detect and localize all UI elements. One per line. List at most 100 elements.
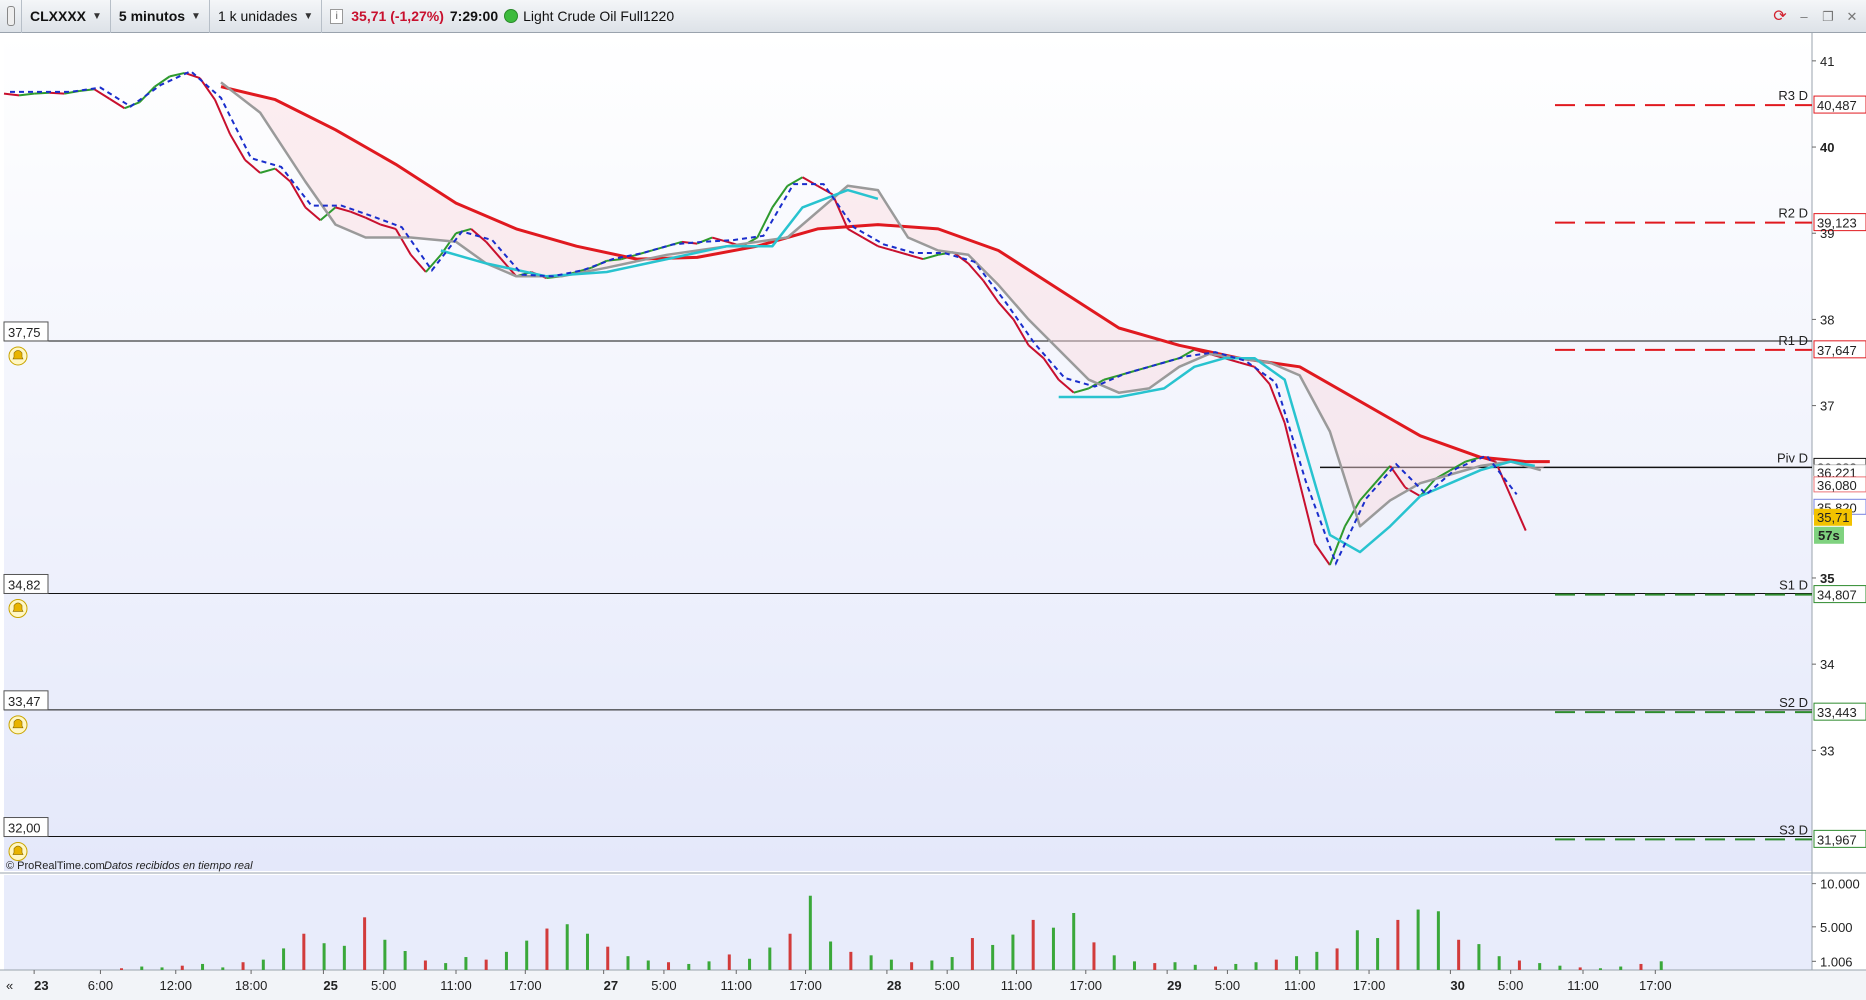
- x-tick-label: 11:00: [1284, 978, 1316, 993]
- volume-bar: [302, 933, 306, 970]
- close-icon[interactable]: ✕: [1844, 9, 1860, 25]
- x-tick-label: 5:00: [651, 978, 676, 993]
- volume-bar: [140, 966, 144, 970]
- volume-bar: [1355, 930, 1359, 970]
- price-change: 35,71 (-1,27%): [351, 8, 444, 24]
- volume-bar: [1011, 934, 1015, 970]
- x-tick-label: 27: [604, 978, 618, 993]
- volume-bar: [180, 965, 184, 970]
- timeframe-selector[interactable]: 5 minutos ▼: [111, 0, 210, 33]
- volume-bar: [1477, 944, 1481, 970]
- minimize-icon[interactable]: –: [1796, 9, 1812, 25]
- instrument-name: Light Crude Oil Full1220: [523, 8, 675, 24]
- volume-bar: [1598, 968, 1602, 970]
- volume-bar: [1315, 951, 1319, 970]
- x-tick-label: 11:00: [720, 978, 752, 993]
- bell-icon: [8, 842, 28, 862]
- pivot-name: R3 D: [1778, 88, 1808, 103]
- volume-bar: [363, 917, 367, 970]
- x-tick-label: 17:00: [1353, 978, 1386, 993]
- volume-bar: [261, 959, 265, 970]
- volume-bar: [1092, 942, 1096, 970]
- volume-bar: [504, 951, 508, 970]
- pivot-name: S1 D: [1779, 578, 1808, 593]
- pivot-value: 34,807: [1817, 588, 1857, 603]
- pivot-value: 31,967: [1817, 832, 1857, 847]
- volume-bar: [585, 933, 589, 970]
- volume-bar: [342, 945, 346, 970]
- sync-icon[interactable]: ⟳: [1772, 8, 1788, 25]
- timeframe-label: 5 minutos: [118, 8, 186, 24]
- watermark-note: Datos recibidos en tiempo real: [104, 860, 253, 872]
- volume-bar: [829, 941, 833, 970]
- volume-bar: [788, 933, 792, 970]
- volume-bar: [1112, 955, 1116, 970]
- volume-bar: [1274, 959, 1278, 970]
- volume-bar: [1558, 965, 1562, 970]
- x-tick-label: 23: [34, 978, 48, 993]
- units-selector[interactable]: 1 k unidades ▼: [210, 0, 323, 33]
- alert-label: 34,82: [8, 577, 41, 592]
- volume-bar: [606, 946, 610, 970]
- volume-bar: [1153, 963, 1157, 970]
- volume-bar: [889, 959, 893, 970]
- volume-bar: [1578, 967, 1582, 970]
- volume-bar: [322, 943, 326, 970]
- x-tick-label: 5:00: [1498, 978, 1523, 993]
- scroll-left-icon[interactable]: «: [6, 978, 13, 993]
- chevron-down-icon: ▼: [303, 10, 314, 22]
- bell-icon: [8, 598, 28, 618]
- info-icon[interactable]: i: [330, 8, 344, 24]
- volume-bar: [1659, 961, 1663, 970]
- y-tick-label: 41: [1820, 54, 1834, 69]
- price-panel-background: [4, 33, 1812, 871]
- x-tick-label: 11:00: [440, 978, 472, 993]
- y-tick-label: 40: [1820, 140, 1834, 155]
- volume-bar: [1031, 919, 1035, 970]
- volume-bar: [282, 948, 286, 970]
- volume-bar: [1051, 927, 1055, 970]
- volume-bar: [423, 960, 427, 970]
- toolbar-grip[interactable]: [0, 0, 22, 33]
- volume-bar: [464, 957, 468, 970]
- volume-bar: [1416, 909, 1420, 970]
- pivot-name: R1 D: [1778, 333, 1808, 348]
- volume-bar: [1436, 911, 1440, 970]
- quote-time: 7:29:00: [449, 8, 499, 24]
- volume-bar: [565, 924, 569, 970]
- pivot-value: 33,443: [1817, 705, 1857, 720]
- volume-bar: [748, 958, 752, 970]
- volume-bar: [120, 968, 123, 970]
- x-tick-label: 29: [1167, 978, 1181, 993]
- x-tick-label: 30: [1450, 978, 1464, 993]
- x-tick-label: 11:00: [1567, 978, 1599, 993]
- volume-y-tick-label: 1.006: [1820, 954, 1853, 969]
- timer-label: 57s: [1818, 528, 1840, 543]
- x-tick-label: 5:00: [1215, 978, 1240, 993]
- price-chart[interactable]: 37,7534,8233,4732,00R3 D40,487R2 D39,123…: [0, 33, 1866, 1000]
- volume-bar: [768, 947, 772, 970]
- volume-bar: [1295, 956, 1299, 970]
- volume-bar: [1619, 966, 1623, 970]
- volume-bar: [1214, 966, 1218, 970]
- y-tick-label: 39: [1820, 226, 1834, 241]
- y-tick-label: 38: [1820, 312, 1834, 327]
- x-tick-label: 5:00: [935, 978, 960, 993]
- chevron-down-icon: ▼: [92, 10, 102, 22]
- volume-bar: [849, 951, 853, 970]
- pivot-name: S2 D: [1779, 695, 1808, 710]
- volume-bar: [525, 940, 529, 970]
- volume-bar: [667, 962, 671, 970]
- last-price-label: 35,71: [1817, 510, 1850, 525]
- symbol-selector[interactable]: CLXXXX ▼: [22, 0, 111, 33]
- volume-bar: [1132, 961, 1136, 970]
- chart-toolbar: CLXXXX ▼ 5 minutos ▼ 1 k unidades ▼ i 35,71…: [0, 0, 1866, 33]
- restore-icon[interactable]: ❐: [1820, 9, 1836, 25]
- volume-bar: [1497, 956, 1501, 970]
- x-tick-label: 25: [323, 978, 337, 993]
- live-status-icon: [504, 9, 519, 23]
- pivot-value: 37,647: [1817, 343, 1857, 358]
- x-tick-label: 28: [887, 978, 901, 993]
- chevron-down-icon: ▼: [191, 10, 201, 22]
- pivot-name: S3 D: [1779, 822, 1808, 837]
